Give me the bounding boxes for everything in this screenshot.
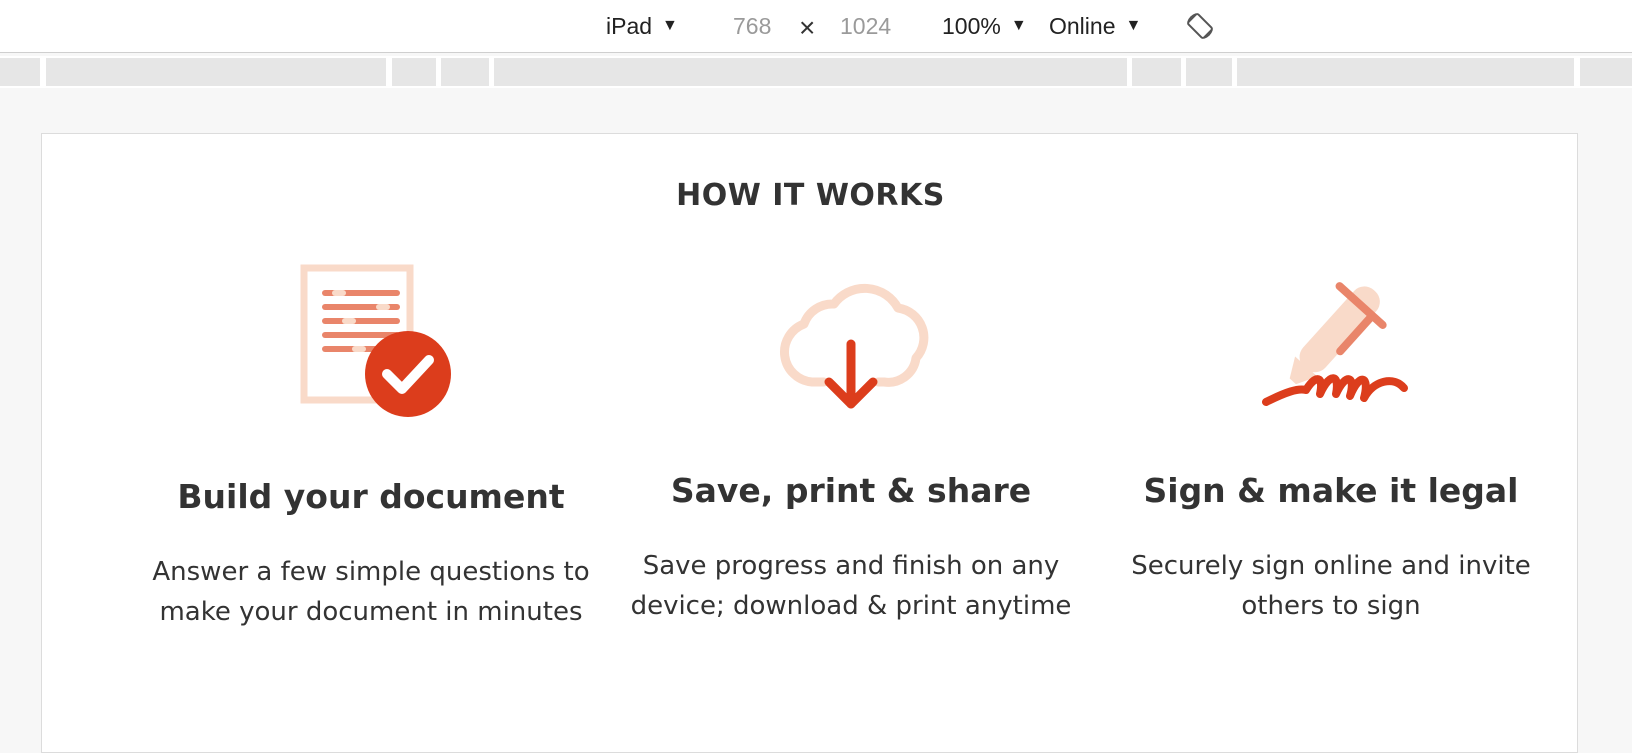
rotate-device-icon[interactable] — [1184, 10, 1216, 42]
media-query-segment[interactable] — [392, 58, 436, 86]
network-select[interactable]: Online ▼ — [1049, 10, 1141, 42]
zoom-label: 100% — [942, 12, 1001, 39]
width-input[interactable]: 768 — [733, 10, 771, 42]
media-query-segment[interactable] — [441, 58, 489, 86]
media-query-segment[interactable] — [1186, 58, 1232, 86]
step-description-line: Securely sign online and invite — [1131, 551, 1531, 581]
step-description-line: Save progress and finish on any — [642, 551, 1060, 581]
media-query-segment[interactable] — [1132, 58, 1181, 86]
step-description-line: others to sign — [1241, 591, 1421, 621]
media-query-bar — [0, 56, 1632, 88]
device-select[interactable]: iPad ▼ — [606, 10, 678, 42]
network-label: Online — [1049, 12, 1116, 39]
triangle-down-icon: ▼ — [662, 17, 678, 34]
document-check-icon — [300, 264, 451, 417]
section-title: HOW IT WORKS — [676, 178, 945, 213]
triangle-down-icon: ▼ — [1125, 17, 1142, 34]
zoom-select[interactable]: 100% ▼ — [942, 10, 1027, 42]
media-query-segment[interactable] — [1237, 58, 1574, 86]
step-title: Sign & make it legal — [1143, 471, 1519, 510]
how-it-works-section: HOW IT WORKS Build your document Answer … — [41, 133, 1578, 753]
media-query-segment[interactable] — [1580, 58, 1632, 86]
height-input[interactable]: 1024 — [840, 10, 891, 42]
device-label: iPad — [606, 12, 653, 39]
step-title: Build your document — [177, 477, 565, 516]
cloud-download-icon — [780, 283, 929, 409]
device-toolbar: iPad ▼ 768 × 1024 100% ▼ Online ▼ — [0, 0, 1632, 53]
triangle-down-icon: ▼ — [1010, 17, 1027, 34]
media-query-segment[interactable] — [46, 58, 386, 86]
times-icon: × — [799, 12, 816, 43]
media-query-segment[interactable] — [0, 58, 40, 86]
step-description-line: make your document in minutes — [159, 597, 583, 627]
step-description-line: device; download & print anytime — [630, 591, 1072, 621]
step-title: Save, print & share — [670, 471, 1032, 510]
pen-signature-icon — [1262, 282, 1408, 406]
step-description-line: Answer a few simple questions to — [152, 557, 590, 587]
media-query-segment[interactable] — [494, 58, 1127, 86]
